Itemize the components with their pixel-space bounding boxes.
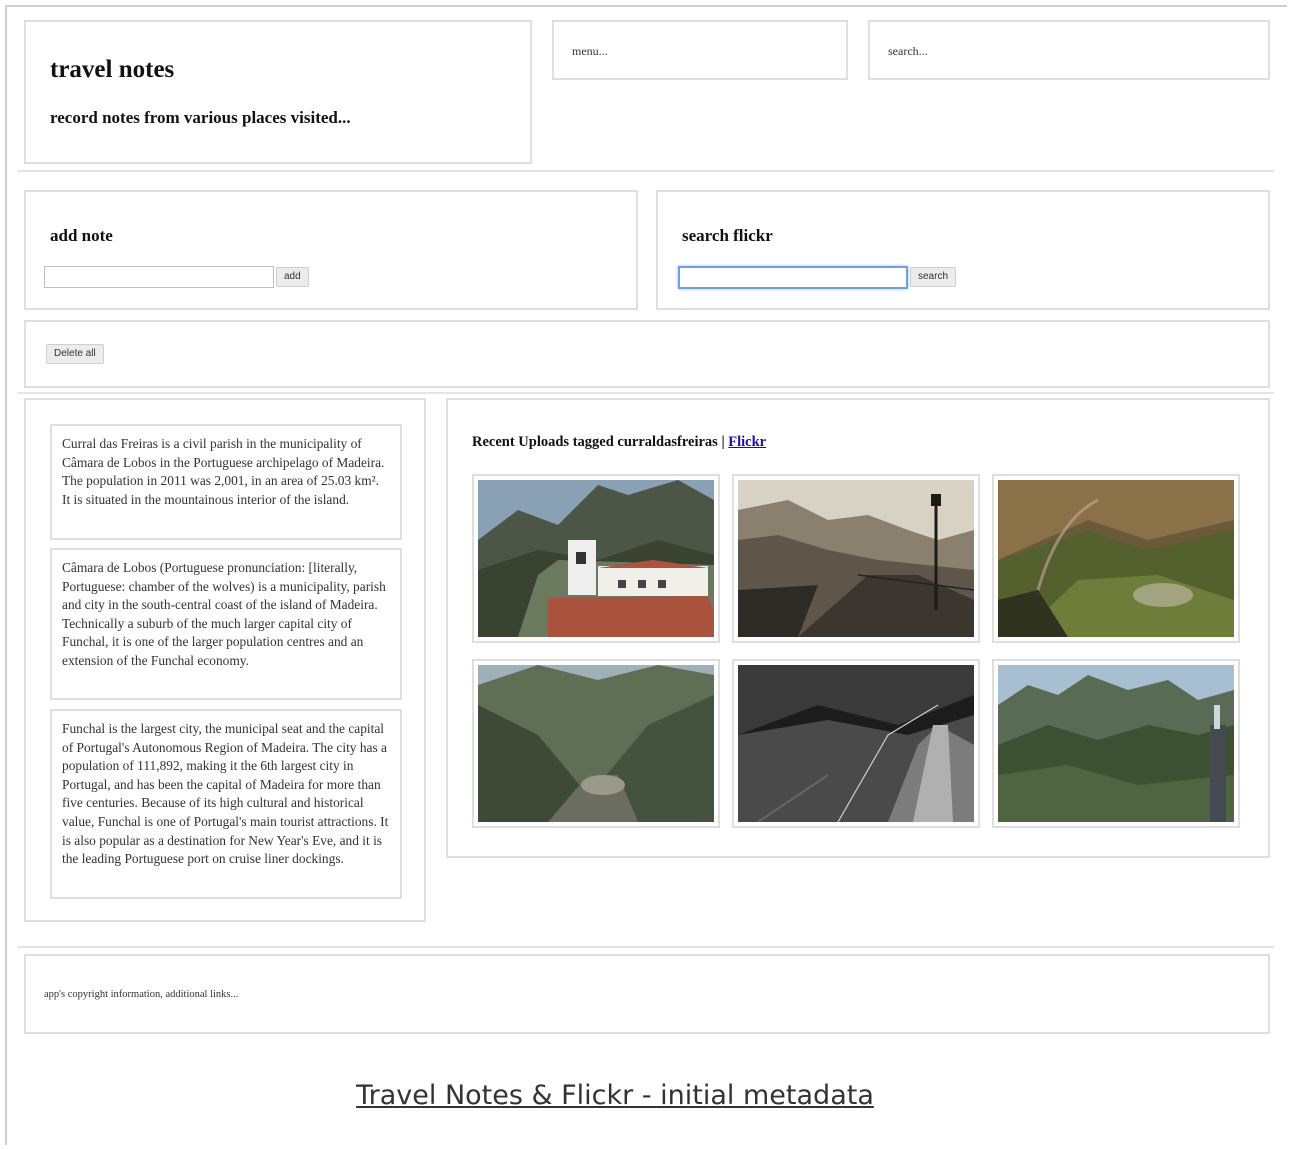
search-flickr-input[interactable] [678,266,908,289]
add-note-input[interactable] [44,266,274,288]
flickr-panel: Recent Uploads tagged curraldasfreiras |… [446,398,1270,858]
delete-all-button[interactable]: Delete all [46,344,104,364]
note-item[interactable]: Funchal is the largest city, the municip… [50,709,402,899]
photo-mountain-path-bw [738,665,974,822]
photo-village-church [478,480,714,637]
page-subtitle: record notes from various places visited… [50,108,351,127]
page-title: travel notes [50,56,175,83]
search-placeholder: search... [888,44,928,58]
footer-text: app's copyright information, additional … [44,989,239,1000]
photo-mountain-ridge [998,665,1234,822]
photo-valley-rainbow [998,480,1234,637]
controls-divider [18,392,1274,394]
photo-thumb[interactable] [732,659,980,828]
flickr-heading-text: Recent Uploads tagged curraldasfreiras [472,434,718,450]
site-search-box[interactable]: search... [868,20,1270,80]
search-flickr-panel: search flickr search [656,190,1270,310]
photo-thumb[interactable] [472,659,720,828]
flickr-heading: Recent Uploads tagged curraldasfreiras |… [472,434,766,451]
footer-box: app's copyright information, additional … [24,954,1270,1034]
photo-deep-valley [478,665,714,822]
flickr-heading-separator: | [721,434,725,450]
notes-panel: Curral das Freiras is a civil parish in … [24,398,426,922]
photo-sepia-promenade [738,480,974,637]
add-note-panel: add note add [24,190,638,310]
footer-divider [18,946,1274,948]
flickr-link[interactable]: Flickr [728,434,766,450]
note-item[interactable]: Curral das Freiras is a civil parish in … [50,424,402,540]
search-flickr-heading: search flickr [682,226,773,245]
photo-thumb[interactable] [992,659,1240,828]
menu-placeholder: menu... [572,44,608,58]
note-item[interactable]: Câmara de Lobos (Portuguese pronunciatio… [50,548,402,700]
search-flickr-button[interactable]: search [910,267,957,287]
controls-panel: Delete all [24,320,1270,388]
add-note-button[interactable]: add [276,267,309,287]
add-note-heading: add note [50,226,113,245]
slide-caption: Travel Notes & Flickr - initial metadata [356,1080,874,1111]
photo-thumb[interactable] [472,474,720,643]
menu-box[interactable]: menu... [552,20,848,80]
header-title-box: travel notes record notes from various p… [24,20,532,164]
photo-thumb[interactable] [992,474,1240,643]
photo-thumb[interactable] [732,474,980,643]
header-divider [18,170,1274,172]
